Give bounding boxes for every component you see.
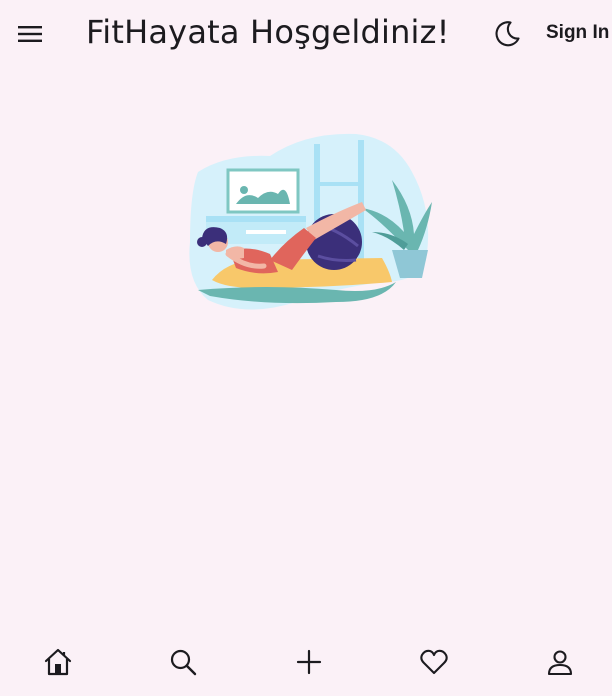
moon-icon [495,21,520,47]
heart-icon [420,649,448,675]
page-title: FitHayata Hoşgeldiniz! [86,13,450,51]
menu-icon [18,26,42,42]
menu-button[interactable] [12,16,48,52]
nav-favorites-button[interactable] [412,640,456,684]
bottom-navigation [0,630,612,696]
nav-add-button[interactable] [287,640,331,684]
home-icon [44,648,72,676]
nav-search-button[interactable] [161,640,205,684]
sign-in-button[interactable]: Sign In [546,20,609,46]
woman-exercising-illustration [189,133,432,310]
nav-home-button[interactable] [36,640,80,684]
person-icon [547,650,573,676]
top-app-bar: FitHayata Hoşgeldiniz! Sign In [0,0,612,68]
nav-profile-button[interactable] [538,640,582,684]
plus-icon [296,649,322,675]
search-icon [170,649,197,676]
theme-toggle-button[interactable] [488,15,526,53]
